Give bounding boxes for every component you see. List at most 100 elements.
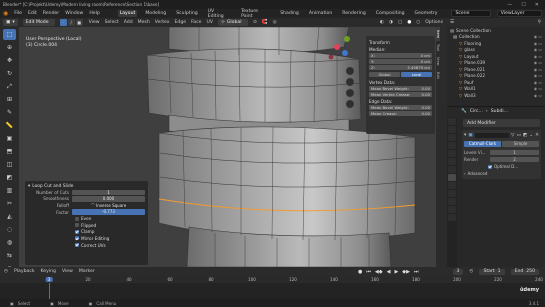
smoothness-field[interactable]: 0.000 [72, 196, 145, 202]
tab-view[interactable]: View [436, 54, 440, 69]
shading-material-icon[interactable]: ○ [416, 20, 420, 25]
measure-tool-icon[interactable]: 📏 [3, 120, 16, 131]
menu-window[interactable]: Window [65, 11, 83, 16]
clamp-checkbox[interactable]: Clamp [28, 229, 145, 236]
spin-tool-icon[interactable]: ◌ [3, 224, 16, 235]
object-props-icon[interactable] [448, 166, 456, 173]
edge-bevel-weight-field[interactable]: Mean Bevel Weight: 0.00 [369, 105, 432, 110]
advanced-subpanel-header[interactable]: › Advanced [464, 170, 539, 177]
view-layer-selector[interactable]: ViewLayer [496, 10, 543, 17]
menu-view[interactable]: View [89, 20, 100, 25]
menu-select[interactable]: Select [105, 20, 119, 25]
close-button[interactable]: ✕ [535, 2, 539, 8]
options-dropdown[interactable]: Options [425, 20, 443, 25]
menu-marker[interactable]: Marker [79, 269, 95, 274]
levels-viewport-field[interactable]: 1 [490, 149, 539, 156]
menu-uv[interactable]: UV [206, 20, 213, 25]
shading-solid-icon[interactable]: ● [407, 20, 411, 25]
mean-bevel-weight-field[interactable]: Mean Bevel Weight: 0.00 [369, 86, 432, 91]
modifier-name-field[interactable] [474, 132, 510, 139]
world-props-icon[interactable] [448, 158, 456, 165]
particles-props-icon[interactable] [448, 182, 456, 189]
remove-modifier-icon[interactable]: ✕ [535, 133, 539, 138]
transform-orientation-dropdown[interactable]: ⊹ Global [217, 19, 248, 26]
material-props-icon[interactable] [448, 214, 456, 221]
median-x-field[interactable]: X: 0 cm [369, 53, 432, 58]
knife-tool-icon[interactable]: ✂ [3, 198, 16, 209]
next-keyframe-icon[interactable]: ◆▶ [402, 269, 410, 275]
visibility-eye-icon[interactable]: ◉ ▭ [534, 86, 545, 91]
tool-props-icon[interactable] [448, 118, 456, 125]
workspace-tab-geometry[interactable]: Geometry [413, 10, 440, 17]
edge-slide-tool-icon[interactable]: ⇆ [3, 250, 16, 261]
face-select-icon[interactable]: ■ [75, 19, 83, 26]
output-props-icon[interactable] [448, 134, 456, 141]
record-icon[interactable]: ● [358, 269, 362, 275]
bevel-tool-icon[interactable]: ◩ [3, 172, 16, 183]
falloff-dropdown[interactable]: ⌒ Inverse Square [72, 202, 145, 209]
simple-button[interactable]: Simple [502, 141, 539, 147]
render-toggle-icon[interactable]: ◩ [523, 133, 527, 138]
pivot-icon[interactable]: ⊙ [253, 20, 257, 25]
visibility-eye-icon[interactable]: ◉ ▭ [534, 34, 545, 39]
add-cube-tool-icon[interactable]: ▣ [3, 133, 16, 144]
physics-props-icon[interactable] [448, 190, 456, 197]
mode-dropdown[interactable]: Edit Mode [22, 19, 55, 26]
menu-help[interactable]: Help [89, 11, 99, 16]
xray-icon[interactable]: ▢ [398, 20, 402, 25]
current-frame-indicator[interactable]: 3 [45, 277, 53, 282]
menu-edge[interactable]: Edge [175, 20, 187, 25]
edge-select-icon[interactable]: / [67, 19, 75, 26]
mirror-editing-checkbox[interactable]: Mirror Editing [28, 235, 145, 242]
move-tool-icon[interactable]: ✥ [3, 55, 16, 66]
vertex-select-icon[interactable]: · [59, 19, 67, 26]
jump-start-icon[interactable]: ⏮ [366, 269, 371, 275]
play-reverse-icon[interactable]: ◀ [387, 269, 391, 275]
render-props-icon[interactable] [448, 126, 456, 133]
number-of-cuts-field[interactable]: 1 [72, 189, 145, 196]
render-levels-field[interactable]: 2 [490, 156, 539, 163]
modifier-props-icon[interactable] [448, 174, 456, 181]
visibility-eye-icon[interactable]: ◉ ▭ [534, 73, 545, 78]
filter-icon[interactable]: ⚲ [538, 20, 545, 25]
modifier-header[interactable]: ▾ ▣ ▽ ▭ ◩ ⌄ ✕ [464, 132, 539, 139]
workspace-tab-sculpting[interactable]: Sculpting [174, 10, 199, 17]
proportional-edit-icon[interactable]: ◎ [273, 20, 277, 25]
menu-playback[interactable]: Playback [14, 269, 35, 274]
constraints-props-icon[interactable] [448, 198, 456, 205]
maximize-button[interactable]: ☐ [521, 2, 525, 8]
tab-item[interactable]: Item [436, 27, 440, 42]
jump-end-icon[interactable]: ⏭ [414, 269, 419, 275]
smooth-tool-icon[interactable]: ◍ [3, 237, 16, 248]
current-frame-field[interactable]: 3 [452, 268, 464, 275]
visibility-eye-icon[interactable]: ◉ ▭ [534, 67, 545, 72]
snap-icon[interactable]: 🧲 [262, 20, 268, 25]
catmull-clark-button[interactable]: Catmull-Clark [464, 141, 501, 147]
menu-face[interactable]: Face [191, 20, 201, 25]
correct-uvs-checkbox[interactable]: Correct UVs [28, 242, 145, 249]
menu-keying[interactable]: Keying [41, 269, 56, 274]
menu-vertex[interactable]: Vertex [155, 20, 170, 25]
end-frame-field[interactable]: End 250 [510, 268, 539, 275]
minimize-button[interactable]: — [507, 2, 512, 8]
clock-icon[interactable]: ◴ [469, 269, 473, 274]
editor-type-dropdown[interactable]: ▣ ▾ [3, 19, 18, 26]
visibility-eye-icon[interactable]: ◉ ▭ [534, 80, 545, 85]
menu-render[interactable]: Render [43, 11, 59, 16]
menu-edit[interactable]: Edit [28, 11, 37, 16]
edit-mode-toggle-icon[interactable]: ▽ [511, 133, 515, 138]
rotate-tool-icon[interactable]: ↻ [3, 68, 16, 79]
optimal-display-row[interactable]: Optimal D... [464, 163, 539, 170]
transform-header[interactable]: Transform [369, 40, 432, 45]
tab-tool[interactable]: Tool [436, 41, 440, 54]
extrude-tool-icon[interactable]: ⬒ [3, 146, 16, 157]
timeline-editor-icon[interactable]: ◷ [4, 269, 8, 274]
factor-field[interactable]: -0.773 [72, 209, 145, 215]
median-z-field[interactable]: Z: 3.49879 cm [369, 65, 432, 70]
even-checkbox[interactable]: Even [28, 215, 145, 222]
view-layer-props-icon[interactable] [448, 142, 456, 149]
visibility-eye-icon[interactable]: ◉ ▭ [534, 60, 545, 65]
menu-mesh[interactable]: Mesh [138, 20, 150, 25]
modifier-menu-icon[interactable]: ⌄ [529, 133, 533, 138]
viewport-toggle-icon[interactable]: ▭ [517, 133, 521, 138]
